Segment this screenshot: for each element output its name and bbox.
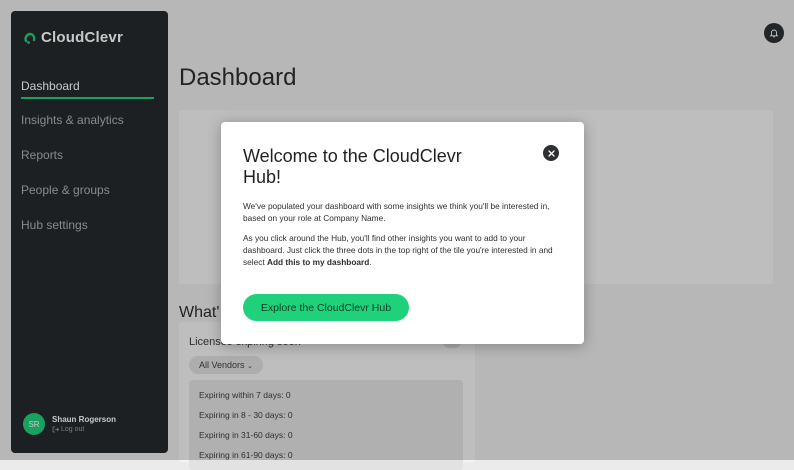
explore-hub-button[interactable]: Explore the CloudClevr Hub bbox=[243, 294, 409, 321]
close-button[interactable] bbox=[543, 145, 559, 161]
modal-title: Welcome to the CloudClevr Hub! bbox=[243, 146, 462, 187]
close-icon bbox=[547, 149, 555, 157]
modal-instructions-end: . bbox=[369, 257, 372, 267]
modal-instructions-bold: Add this to my dashboard bbox=[266, 257, 370, 267]
welcome-modal: Welcome to the CloudClevr Hub! We've pop… bbox=[221, 122, 584, 344]
modal-instructions-text: As you click around the Hub, you'll find… bbox=[243, 232, 565, 268]
modal-intro-text: We've populated your dashboard with some… bbox=[243, 201, 550, 223]
